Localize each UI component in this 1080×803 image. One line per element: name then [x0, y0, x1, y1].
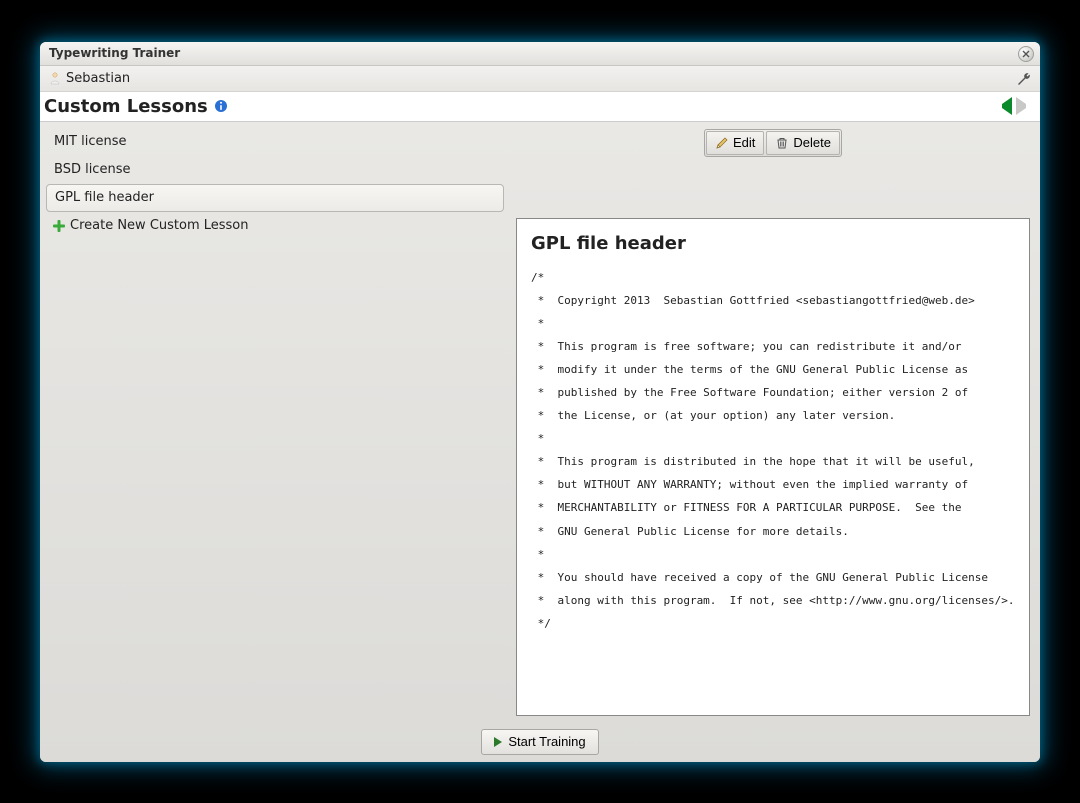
- application-window: Typewriting Trainer Sebastian Custom Les…: [40, 42, 1040, 762]
- create-lesson-button[interactable]: Create New Custom Lesson: [46, 212, 504, 240]
- close-icon: [1022, 50, 1030, 58]
- preview-title: GPL file header: [531, 233, 1015, 254]
- trash-icon: [775, 136, 789, 150]
- chevron-right-icon: [1016, 97, 1034, 115]
- lesson-label: BSD license: [54, 162, 130, 177]
- settings-button[interactable]: [1016, 71, 1032, 87]
- bottom-bar: Start Training: [40, 722, 1040, 762]
- info-icon[interactable]: [214, 99, 228, 113]
- lesson-preview: GPL file header /* * Copyright 2013 Seba…: [516, 218, 1030, 716]
- user-bar: Sebastian: [40, 66, 1040, 92]
- pencil-icon: [715, 136, 729, 150]
- page-title: Custom Lessons: [44, 96, 208, 117]
- close-button[interactable]: [1018, 46, 1034, 62]
- lesson-list: MIT license BSD license GPL file header …: [40, 122, 510, 722]
- preview-body: /* * Copyright 2013 Sebastian Gottfried …: [531, 266, 1015, 636]
- lesson-item-bsd[interactable]: BSD license: [46, 156, 504, 184]
- delete-label: Delete: [793, 135, 831, 150]
- nav-next-button[interactable]: [1016, 97, 1034, 115]
- lesson-label: MIT license: [54, 134, 127, 149]
- titlebar: Typewriting Trainer: [40, 42, 1040, 66]
- start-training-button[interactable]: Start Training: [481, 729, 598, 755]
- window-title: Typewriting Trainer: [49, 46, 180, 60]
- wrench-icon: [1016, 71, 1032, 87]
- lesson-item-mit[interactable]: MIT license: [46, 128, 504, 156]
- edit-button[interactable]: Edit: [706, 131, 764, 155]
- play-icon: [494, 737, 502, 747]
- start-label: Start Training: [508, 734, 585, 749]
- delete-button[interactable]: Delete: [766, 131, 840, 155]
- user-icon: [48, 71, 62, 85]
- nav-prev-button[interactable]: [994, 97, 1012, 115]
- edit-label: Edit: [733, 135, 755, 150]
- chevron-left-icon: [994, 97, 1012, 115]
- lesson-item-gpl[interactable]: GPL file header: [46, 184, 504, 212]
- action-bar: Edit Delete: [516, 128, 1030, 158]
- create-lesson-label: Create New Custom Lesson: [70, 218, 249, 233]
- lesson-label: GPL file header: [55, 190, 154, 205]
- header-bar: Custom Lessons: [40, 92, 1040, 122]
- user-name[interactable]: Sebastian: [66, 71, 130, 86]
- plus-icon: [52, 219, 66, 233]
- content-area: MIT license BSD license GPL file header …: [40, 122, 1040, 762]
